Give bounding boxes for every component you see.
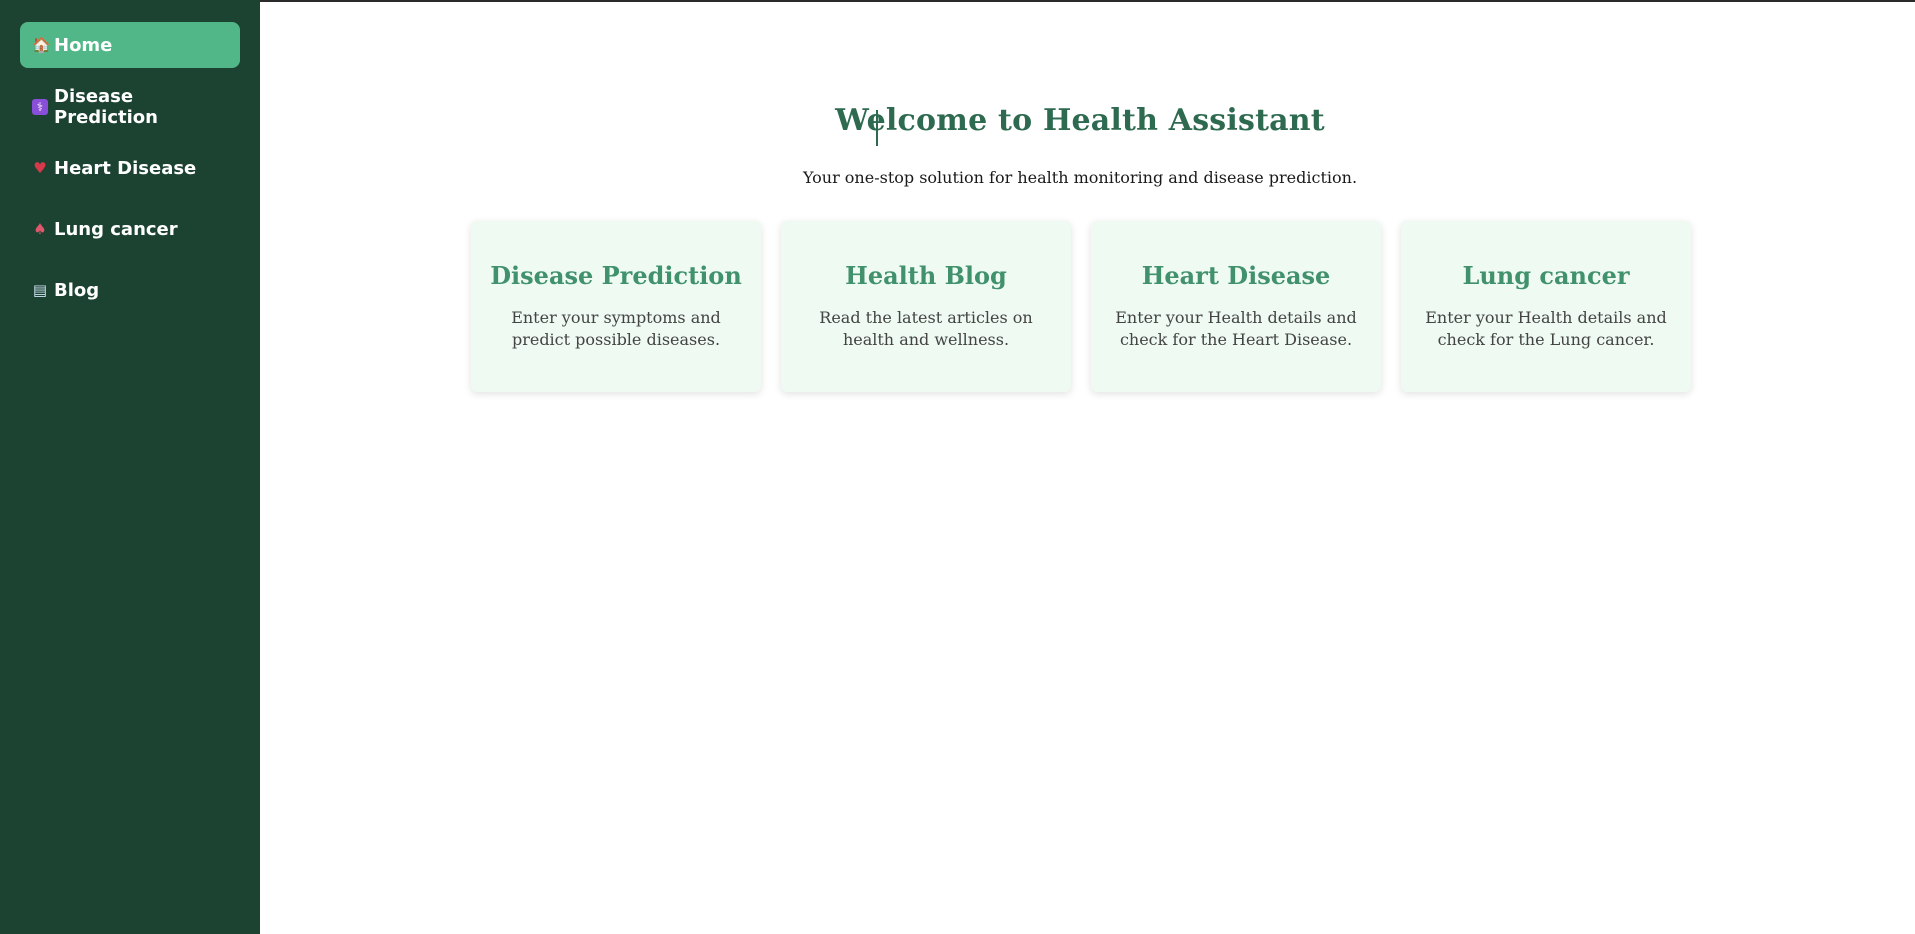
card-lung-cancer[interactable]: Lung cancer Enter your Health details an… (1401, 221, 1691, 392)
sidebar-item-disease-prediction[interactable]: ⚕ Disease Prediction (20, 84, 240, 130)
page-title: Welcome to Health Assistant (835, 103, 1325, 138)
book-icon: ▤ (32, 281, 48, 299)
card-title: Heart Disease (1141, 261, 1331, 290)
heart-icon: ♥ (33, 159, 47, 177)
page-subtitle: Your one-stop solution for health monito… (802, 168, 1358, 187)
card-title: Health Blog (845, 261, 1007, 290)
card-description: Enter your symptoms and predict possible… (511, 308, 721, 349)
house-icon: 🏠 (32, 36, 51, 54)
sidebar-item-home[interactable]: 🏠 Home (20, 22, 240, 68)
sidebar-item-blog[interactable]: ▤ Blog (20, 267, 240, 313)
sidebar-item-label: Disease Prediction (54, 86, 158, 128)
card-health-blog[interactable]: Health Blog Read the latest articles on … (781, 221, 1071, 392)
lungs-icon: ♠ (33, 220, 47, 238)
card-description: Enter your Health details and check for … (1425, 308, 1667, 349)
card-description: Enter your Health details and check for … (1115, 308, 1357, 349)
sidebar: 🏠 Home ⚕ Disease Prediction ♥ Heart Dise… (0, 0, 260, 934)
sidebar-item-label: Home (54, 34, 113, 56)
card-description: Read the latest articles on health and w… (819, 308, 1033, 349)
sidebar-item-heart-disease[interactable]: ♥ Heart Disease (20, 145, 240, 191)
sidebar-item-lung-cancer[interactable]: ♠ Lung cancer (20, 206, 240, 252)
card-title: Lung cancer (1462, 261, 1630, 290)
card-title: Disease Prediction (490, 261, 742, 290)
sidebar-item-label: Lung cancer (54, 218, 178, 240)
card-disease-prediction[interactable]: Disease Prediction Enter your symptoms a… (471, 221, 761, 392)
card-heart-disease[interactable]: Heart Disease Enter your Health details … (1091, 221, 1381, 392)
sidebar-item-label: Blog (54, 279, 100, 301)
sidebar-item-label: Heart Disease (54, 157, 197, 179)
main-content: Welcome to Health Assistant Your one-sto… (260, 0, 1915, 934)
medical-icon: ⚕ (32, 99, 48, 115)
